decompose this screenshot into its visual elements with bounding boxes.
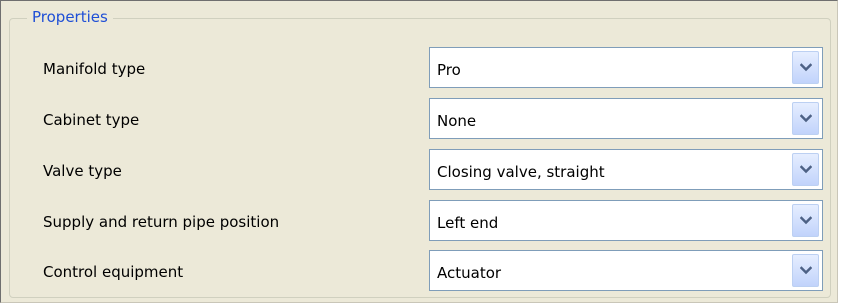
chevron-down-icon (800, 63, 812, 72)
group-title: Properties (27, 6, 113, 28)
manifold-type-select[interactable]: Pro (429, 47, 823, 88)
chevron-down-icon (800, 165, 812, 174)
pipe-position-select[interactable]: Left end (429, 200, 823, 241)
pipe-position-value: Left end (437, 214, 499, 232)
row-pipe-position: Supply and return pipe position Left end (1, 200, 839, 241)
row-valve-type: Valve type Closing valve, straight (1, 149, 839, 190)
cabinet-type-label: Cabinet type (43, 111, 140, 129)
chevron-down-icon (800, 266, 812, 275)
cabinet-type-select[interactable]: None (429, 98, 823, 139)
valve-type-dropdown-button[interactable] (792, 153, 819, 186)
chevron-down-icon (800, 216, 812, 225)
manifold-type-dropdown-button[interactable] (792, 51, 819, 84)
manifold-type-value: Pro (437, 61, 461, 79)
valve-type-label: Valve type (43, 162, 122, 180)
cabinet-type-value: None (437, 112, 477, 130)
properties-panel: Properties Manifold type Pro Cabinet typ… (0, 0, 838, 303)
valve-type-select[interactable]: Closing valve, straight (429, 149, 823, 190)
control-equipment-select[interactable]: Actuator (429, 250, 823, 291)
control-equipment-value: Actuator (437, 264, 502, 282)
pipe-position-label: Supply and return pipe position (43, 213, 280, 231)
chevron-down-icon (800, 114, 812, 123)
valve-type-value: Closing valve, straight (437, 163, 605, 181)
control-equipment-label: Control equipment (43, 263, 184, 281)
control-equipment-dropdown-button[interactable] (792, 254, 819, 287)
cabinet-type-dropdown-button[interactable] (792, 102, 819, 135)
row-manifold-type: Manifold type Pro (1, 47, 839, 88)
manifold-type-label: Manifold type (43, 60, 146, 78)
pipe-position-dropdown-button[interactable] (792, 204, 819, 237)
row-cabinet-type: Cabinet type None (1, 98, 839, 139)
row-control-equipment: Control equipment Actuator (1, 250, 839, 291)
